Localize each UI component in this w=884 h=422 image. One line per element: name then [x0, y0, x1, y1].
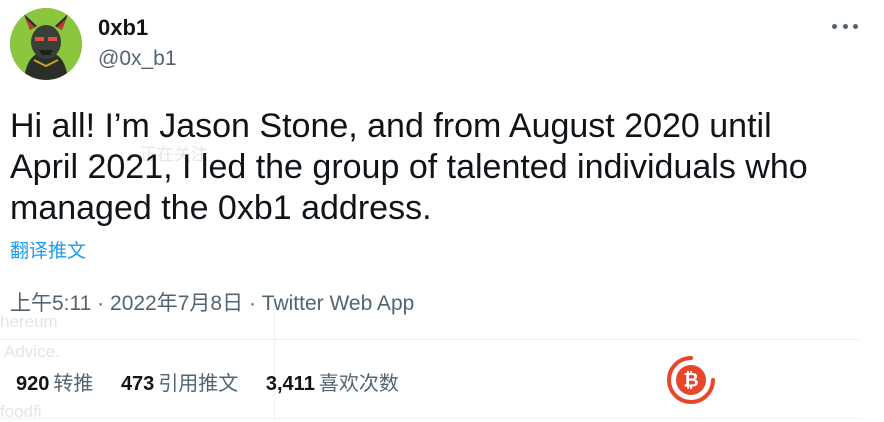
more-horizontal-icon-dot [842, 23, 848, 29]
ghost-panel-edge [274, 300, 275, 421]
tweet-date[interactable]: 2022年7月8日 [110, 292, 243, 315]
meta-separator: · [248, 292, 256, 315]
more-horizontal-icon-dot [853, 23, 858, 29]
tweet-source[interactable]: Twitter Web App [262, 292, 415, 315]
ghost-advice-text: Advice. [4, 342, 60, 361]
svg-text:₿: ₿ [683, 370, 698, 392]
retweets-count: 920 [16, 373, 50, 395]
meta-separator: · [97, 292, 105, 315]
likes-stat[interactable]: 3,411 喜欢次数 [266, 367, 399, 396]
user-handle[interactable]: @0x_b1 [98, 47, 177, 71]
tweet-time[interactable]: 上午5:11 [10, 292, 91, 315]
tweet-text: Hi all! I’m Jason Stone, and from August… [10, 106, 870, 229]
avatar-image [10, 8, 82, 80]
display-name[interactable]: 0xb1 [98, 15, 148, 41]
quotes-stat[interactable]: 473 引用推文 [121, 367, 238, 396]
avatar[interactable] [10, 8, 82, 80]
tweet-meta: 上午5:11 · 2022年7月8日 · Twitter Web App [10, 287, 414, 317]
tweet-stats: 920 转推 473 引用推文 3,411 喜欢次数 [16, 367, 421, 396]
divider [0, 418, 860, 419]
tweet-text-line: managed the 0xb1 address. [10, 189, 432, 227]
translate-tweet-link[interactable]: 翻译推文 [10, 236, 86, 263]
likes-label: 喜欢次数 [318, 373, 399, 395]
divider [0, 339, 860, 340]
likes-count: 3,411 [265, 373, 315, 395]
tweet-text-line: April 2021, I led the group of talented … [10, 148, 808, 186]
ghost-foodfi-text: foodfi [0, 402, 42, 421]
more-options-button[interactable] [832, 16, 858, 36]
tweet-text-line: Hi all! I’m Jason Stone, and from August… [10, 107, 772, 145]
more-horizontal-icon-dot [832, 23, 837, 29]
retweets-stat[interactable]: 920 转推 [16, 367, 93, 396]
quotes-count: 473 [120, 373, 155, 395]
bitcoin-logo-icon: ₿ [666, 355, 716, 405]
retweets-label: 转推 [53, 373, 94, 395]
quotes-label: 引用推文 [158, 373, 239, 395]
